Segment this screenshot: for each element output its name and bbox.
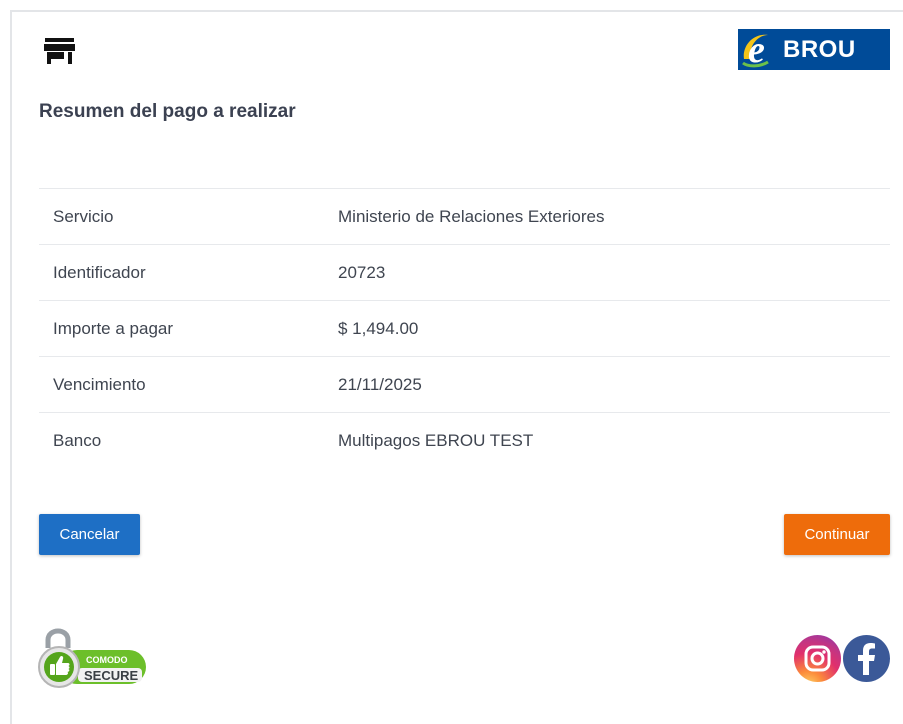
summary-row-identificador: Identificador 20723 — [39, 245, 890, 301]
continue-button[interactable]: Continuar — [784, 514, 890, 555]
store-icon — [44, 38, 75, 64]
summary-label: Importe a pagar — [53, 319, 174, 338]
summary-label: Banco — [53, 431, 102, 450]
summary-row-banco: Banco Multipagos EBROU TEST — [39, 413, 890, 468]
cancel-button[interactable]: Cancelar — [39, 514, 140, 555]
instagram-icon[interactable] — [794, 635, 841, 682]
summary-label: Servicio — [53, 207, 114, 226]
summary-label: Identificador — [53, 263, 146, 282]
ebrou-logo-text: BROU — [783, 36, 856, 63]
summary-value: Ministerio de Relaciones Exteriores — [338, 207, 605, 226]
summary-row-servicio: Servicio Ministerio de Relaciones Exteri… — [39, 189, 890, 245]
facebook-icon[interactable] — [843, 635, 890, 682]
summary-value: Multipagos EBROU TEST — [338, 431, 534, 450]
summary-row-vencimiento: Vencimiento 21/11/2025 — [39, 357, 890, 413]
summary-row-importe: Importe a pagar $ 1,494.00 — [39, 301, 890, 357]
payment-summary-table: Servicio Ministerio de Relaciones Exteri… — [39, 188, 890, 468]
ebrou-e-mark-icon: e — [738, 29, 780, 70]
summary-value: 21/11/2025 — [338, 375, 422, 394]
page-top-border — [10, 10, 903, 12]
page-title: Resumen del pago a realizar — [39, 101, 296, 122]
summary-value: $ 1,494.00 — [338, 319, 419, 338]
badge-bottom-text: SECURE — [84, 668, 139, 683]
svg-text:e: e — [748, 29, 765, 70]
badge-top-text: COMODO — [86, 655, 128, 665]
comodo-secure-badge: COMODO SECURE — [38, 624, 150, 690]
summary-label: Vencimiento — [53, 375, 146, 394]
page-left-border — [10, 12, 12, 724]
ebrou-logo: e BROU — [738, 29, 890, 70]
summary-value: 20723 — [338, 263, 386, 282]
